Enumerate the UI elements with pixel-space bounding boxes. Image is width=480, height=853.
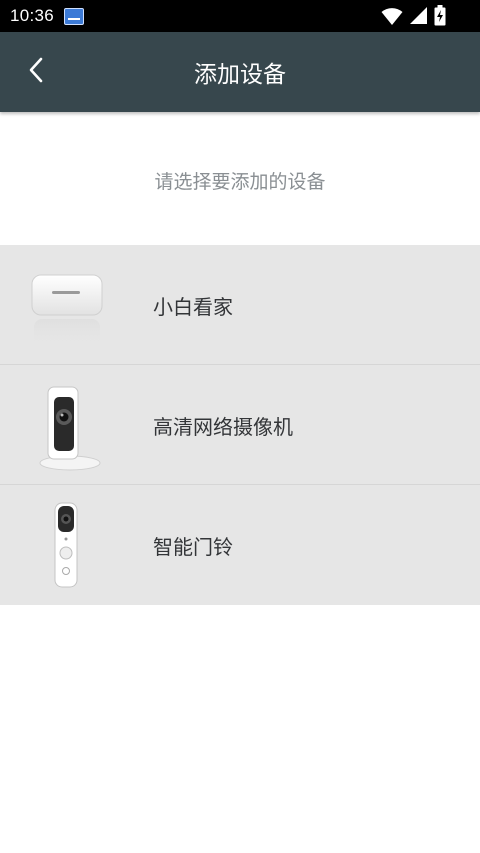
wifi-icon [381, 6, 403, 26]
status-time: 10:36 [10, 6, 55, 25]
battery-charging-icon [434, 5, 446, 26]
back-button[interactable] [18, 54, 54, 90]
message-icon [64, 7, 85, 25]
status-icons [381, 5, 446, 26]
device-item-hd-camera[interactable]: 高清网络摄像机 [0, 365, 480, 485]
doorbell-icon [24, 495, 110, 595]
device-list: 小白看家 高清网络摄像机 智能门铃 [0, 245, 480, 605]
hd-camera-icon [24, 375, 110, 475]
device-label: 高清网络摄像机 [153, 414, 293, 439]
device-label: 智能门铃 [153, 534, 233, 559]
cell-signal-icon [409, 6, 428, 25]
device-item-doorbell[interactable]: 智能门铃 [0, 485, 480, 605]
chevron-left-icon [28, 57, 44, 87]
status-bar: 10:36 [0, 0, 480, 32]
app-bar: 添加设备 [0, 32, 480, 112]
page-title: 添加设备 [194, 62, 286, 88]
device-label: 小白看家 [153, 294, 233, 319]
home-hub-icon [24, 255, 110, 355]
select-device-prompt: 请选择要添加的设备 [154, 170, 326, 193]
device-item-home-hub[interactable]: 小白看家 [0, 245, 480, 365]
